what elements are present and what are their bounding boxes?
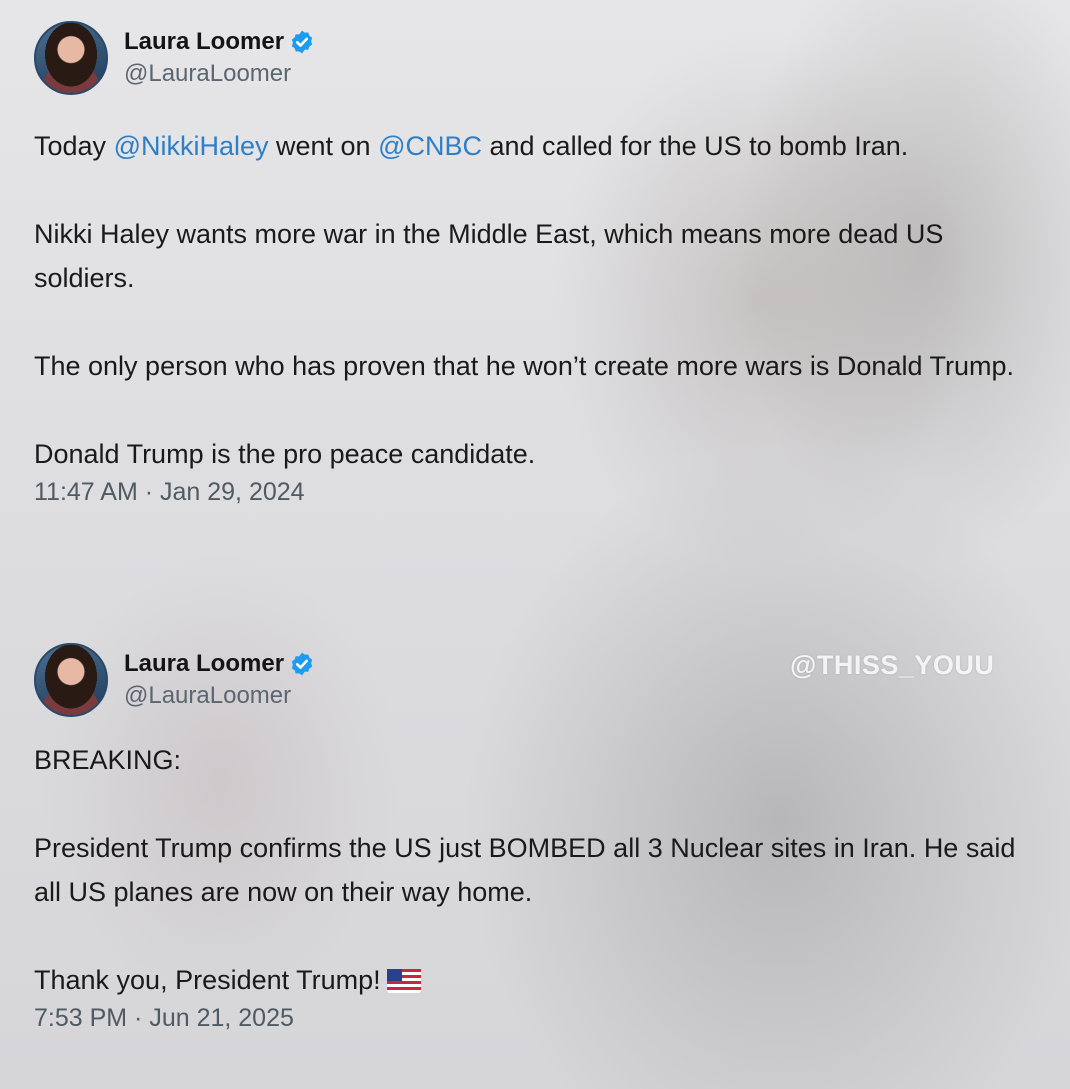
tweet-body: BREAKING: President Trump confirms the U… [34, 738, 1044, 1002]
tweet-header: Laura Loomer @LauraLoomer [34, 640, 1044, 720]
tweet-paragraph: Nikki Haley wants more war in the Middle… [34, 219, 951, 293]
avatar[interactable] [34, 643, 108, 717]
author-names: Laura Loomer @LauraLoomer [124, 650, 315, 710]
name-row: Laura Loomer [124, 650, 315, 678]
tweet-card-2[interactable]: Laura Loomer @LauraLoomer BREAKING: Pres… [34, 640, 1044, 1033]
handle[interactable]: @LauraLoomer [124, 60, 315, 88]
tweet-paragraph: The only person who has proven that he w… [34, 351, 1014, 381]
display-name[interactable]: Laura Loomer [124, 650, 284, 678]
tweet-timestamp[interactable]: 7:53 PM · Jun 21, 2025 [34, 1004, 1044, 1033]
tweet-header: Laura Loomer @LauraLoomer [34, 18, 1044, 98]
tweet-card-1[interactable]: Laura Loomer @LauraLoomer Today @NikkiHa… [34, 18, 1044, 507]
tweet-text-segment: and called for the US to bomb Iran. [482, 131, 909, 161]
tweet-paragraph: BREAKING: [34, 745, 182, 775]
mention-link[interactable]: @CNBC [378, 131, 482, 161]
tweet-text-segment: Today [34, 131, 114, 161]
handle[interactable]: @LauraLoomer [124, 682, 315, 710]
tweet-paragraph: President Trump confirms the US just BOM… [34, 833, 1023, 907]
display-name[interactable]: Laura Loomer [124, 28, 284, 56]
tweet-timestamp[interactable]: 11:47 AM · Jan 29, 2024 [34, 478, 1044, 507]
avatar[interactable] [34, 21, 108, 95]
verified-badge-icon [289, 29, 315, 55]
tweet-paragraph: Thank you, President Trump! [34, 965, 381, 995]
us-flag-icon [386, 962, 421, 993]
tweet-paragraph: Donald Trump is the pro peace candidate. [34, 439, 536, 469]
tweet-body: Today @NikkiHaley went on @CNBC and call… [34, 124, 1044, 476]
verified-badge-icon [289, 651, 315, 677]
author-names: Laura Loomer @LauraLoomer [124, 28, 315, 88]
tweet-text-segment: went on [268, 131, 379, 161]
mention-link[interactable]: @NikkiHaley [114, 131, 269, 161]
name-row: Laura Loomer [124, 28, 315, 56]
